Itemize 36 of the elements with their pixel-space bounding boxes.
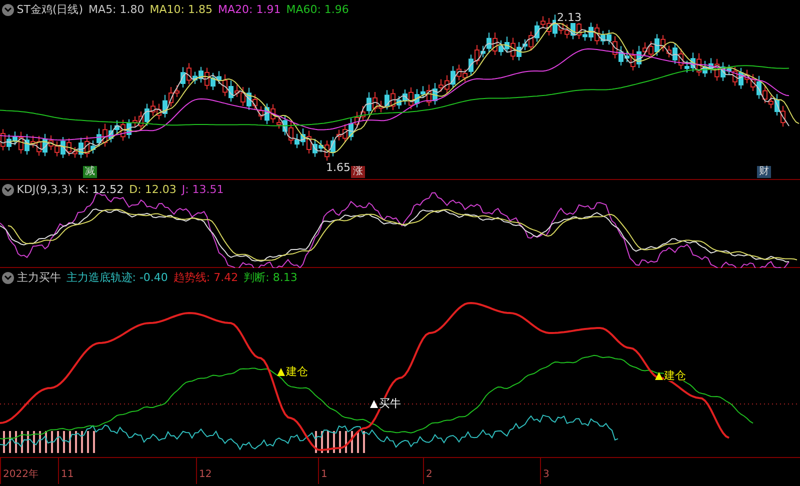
indicator-value: MA20: 1.91	[218, 2, 281, 18]
event-tag: 财	[757, 166, 771, 178]
indicator-value: D: 12.03	[129, 182, 176, 198]
date-label: 11	[58, 458, 74, 484]
panel-title: 主力买牛	[16, 270, 61, 286]
indicator-value: MA60: 1.96	[286, 2, 349, 18]
collapse-button[interactable]	[2, 184, 14, 196]
event-tag: 减	[83, 166, 97, 178]
indicator-value: MA10: 1.85	[150, 2, 212, 18]
date-label: 3	[540, 458, 550, 484]
date-label: 2	[423, 458, 432, 484]
collapse-button[interactable]	[2, 272, 14, 284]
panel-title: ST金鸡(日线)	[16, 2, 84, 18]
price-label: 1.65	[326, 162, 350, 173]
date-label: 12	[196, 458, 212, 484]
signal-label: 建仓	[664, 370, 686, 381]
signal-label: 建仓	[286, 366, 308, 377]
indicator-value: 趋势线: 7.42	[173, 270, 238, 286]
chevron-down-icon	[4, 275, 12, 282]
chevron-down-icon	[4, 187, 12, 194]
indicator-value: J: 13.51	[182, 182, 224, 198]
triangle-up-icon	[655, 372, 663, 380]
indicator-value: 主力造底轨迹: -0.40	[66, 270, 168, 286]
panel-title: KDJ(9,3,3)	[16, 182, 72, 198]
indicator-value: MA5: 1.80	[88, 2, 144, 18]
indicator-value: 判断: 8.13	[244, 270, 298, 286]
triangle-up-icon	[277, 368, 285, 376]
signal-label: 买牛	[379, 398, 401, 409]
collapse-button[interactable]	[2, 4, 14, 16]
event-tag: 涨	[351, 166, 365, 178]
date-label: 2022年	[0, 458, 38, 484]
date-label: 1	[318, 458, 328, 484]
triangle-up-icon	[370, 400, 378, 408]
chevron-down-icon	[4, 7, 12, 14]
indicator-value: K: 12.52	[78, 182, 124, 198]
price-label: 2.13	[556, 12, 582, 23]
